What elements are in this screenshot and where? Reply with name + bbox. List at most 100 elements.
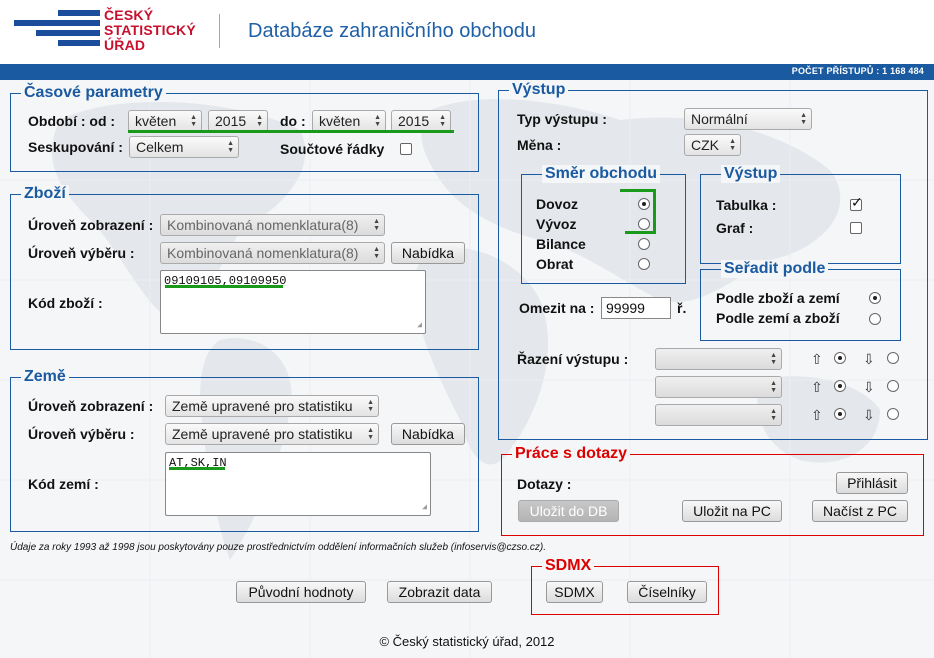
output-legend: Výstup	[509, 81, 569, 99]
chevron-updown-icon: ▲ ▼	[439, 114, 446, 128]
direction-balance-radio[interactable]	[638, 238, 650, 250]
direction-highlight-bottom	[625, 231, 656, 234]
chevron-updown-icon: ▲ ▼	[373, 218, 380, 232]
graph-label: Graf :	[716, 220, 754, 236]
goods-code-highlight-line	[165, 285, 283, 288]
queries-label: Dotazy :	[517, 476, 572, 492]
sum-rows-checkbox[interactable]	[400, 143, 412, 155]
ordering-3-descending-radio[interactable]	[887, 408, 899, 420]
chevron-updown-icon: ▲ ▼	[800, 112, 807, 126]
country-offer-button[interactable]: Nabídka	[391, 423, 465, 445]
ascending-arrow-icon: ⇧	[811, 379, 823, 395]
show-data-button[interactable]: Zobrazit data	[387, 581, 492, 603]
direction-highlight-top	[620, 189, 656, 192]
currency-label: Měna :	[517, 137, 562, 153]
ordering-select-1[interactable]: ▲ ▼	[655, 348, 782, 370]
graph-checkbox[interactable]	[850, 222, 862, 234]
output-type-select[interactable]: Normální ▲ ▼	[684, 108, 812, 130]
sort-legend: Seřadit podle	[721, 260, 829, 278]
period-highlight-line	[128, 130, 454, 133]
limit-input[interactable]: 99999	[601, 297, 671, 319]
country-display-level-label: Úroveň zobrazení :	[28, 398, 154, 414]
output-type-label: Typ výstupu :	[517, 111, 607, 127]
period-label: Období : od :	[28, 113, 116, 129]
sort-countries-goods-radio[interactable]	[869, 313, 881, 325]
from-month-select[interactable]: květen ▲ ▼	[128, 110, 202, 132]
chevron-updown-icon: ▲ ▼	[770, 352, 777, 366]
ordering-3-ascending-radio[interactable]	[834, 408, 846, 420]
country-code-label: Kód zemí :	[28, 476, 99, 492]
ordering-select-2[interactable]: ▲ ▼	[655, 376, 782, 398]
sort-countries-goods-label: Podle zemí a zboží	[716, 310, 840, 326]
chevron-updown-icon: ▲ ▼	[367, 399, 374, 413]
direction-import-radio[interactable]	[638, 198, 650, 210]
sdmx-button[interactable]: SDMX	[546, 581, 603, 603]
ordering-2-descending-radio[interactable]	[887, 380, 899, 392]
limit-unit: ř.	[677, 300, 687, 316]
trade-direction-legend: Směr obchodu	[542, 165, 661, 183]
descending-arrow-icon: ⇩	[863, 379, 875, 395]
codelists-button[interactable]: Číselníky	[627, 581, 707, 603]
goods-display-level-label: Úroveň zobrazení :	[28, 217, 154, 233]
queries-panel: Práce s dotazy	[501, 445, 924, 536]
goods-display-level-select[interactable]: Kombinovaná nomenklatura(8) ▲ ▼	[160, 214, 385, 236]
sort-goods-countries-radio[interactable]	[869, 292, 881, 304]
to-year-select[interactable]: 2015 ▲ ▼	[391, 110, 451, 132]
save-to-db-button[interactable]: Uložit do DB	[518, 500, 619, 522]
access-counter: POČET PŘÍSTUPŮ : 1 168 484	[791, 66, 924, 76]
ordering-select-3[interactable]: ▲ ▼	[655, 404, 782, 426]
czso-logo-text: ČESKÝ STATISTICKÝ ÚŘAD	[104, 7, 196, 53]
goods-select-level-select[interactable]: Kombinovaná nomenklatura(8) ▲ ▼	[160, 242, 385, 264]
direction-turnover-radio[interactable]	[638, 258, 650, 270]
output-format-panel: Výstup	[700, 165, 901, 264]
direction-export-label: Vývoz	[536, 216, 577, 232]
queries-legend: Práce s dotazy	[512, 445, 631, 463]
direction-balance-label: Bilance	[536, 236, 586, 252]
descending-arrow-icon: ⇩	[863, 351, 875, 367]
original-values-button[interactable]: Původní hodnoty	[236, 581, 366, 603]
country-select-level-label: Úroveň výběru :	[28, 426, 135, 442]
ordering-2-ascending-radio[interactable]	[834, 380, 846, 392]
ordering-1-descending-radio[interactable]	[887, 352, 899, 364]
data-availability-note: Údaje za roky 1993 až 1998 jsou poskytov…	[10, 542, 546, 553]
resize-grip-icon[interactable]: ◢	[417, 320, 422, 330]
footer-copyright: © Český statistický úřad, 2012	[379, 634, 555, 649]
checkmark-icon: ✓	[851, 194, 863, 210]
grouping-label: Seskupování :	[28, 139, 123, 155]
chevron-updown-icon: ▲ ▼	[770, 380, 777, 394]
chevron-updown-icon: ▲ ▼	[190, 114, 197, 128]
resize-grip-icon[interactable]: ◢	[422, 502, 427, 512]
ascending-arrow-icon: ⇧	[811, 351, 823, 367]
goods-offer-button[interactable]: Nabídka	[391, 242, 465, 264]
goods-code-label: Kód zboží :	[28, 295, 103, 311]
ordering-label: Řazení výstupu :	[517, 351, 629, 367]
ordering-1-ascending-radio[interactable]	[834, 352, 846, 364]
load-from-pc-button[interactable]: Načíst z PC	[812, 500, 908, 522]
direction-export-radio[interactable]	[638, 218, 650, 230]
country-display-level-select[interactable]: Země upravené pro statistiku ▲ ▼	[165, 395, 379, 417]
grouping-select[interactable]: Celkem ▲ ▼	[129, 136, 239, 158]
goods-code-textarea[interactable]: 09109105,09109950 ◢	[160, 270, 426, 334]
limit-label: Omezit na :	[519, 300, 595, 316]
country-legend: Země	[21, 368, 69, 386]
chevron-updown-icon: ▲ ▼	[374, 114, 381, 128]
chevron-updown-icon: ▲ ▼	[256, 114, 263, 128]
to-label: do :	[280, 113, 306, 129]
chevron-updown-icon: ▲ ▼	[367, 427, 374, 441]
goods-legend: Zboží	[21, 185, 69, 203]
ascending-arrow-icon: ⇧	[811, 407, 823, 423]
table-checkbox[interactable]: ✓	[850, 195, 863, 211]
page-title: Databáze zahraničního obchodu	[248, 20, 536, 42]
country-select-level-select[interactable]: Země upravené pro statistiku ▲ ▼	[165, 423, 379, 445]
login-button[interactable]: Přihlásit	[836, 472, 908, 494]
to-month-select[interactable]: květen ▲ ▼	[312, 110, 386, 132]
sum-rows-label: Součtové řádky	[280, 141, 385, 157]
from-year-select[interactable]: 2015 ▲ ▼	[208, 110, 268, 132]
table-label: Tabulka :	[716, 197, 777, 213]
logo-separator	[219, 14, 220, 48]
czso-logo-bars	[14, 10, 100, 52]
country-code-textarea[interactable]: AT,SK,IN ◢	[165, 452, 431, 516]
descending-arrow-icon: ⇩	[863, 407, 875, 423]
currency-select[interactable]: CZK ▲ ▼	[684, 134, 741, 156]
save-to-pc-button[interactable]: Uložit na PC	[682, 500, 782, 522]
